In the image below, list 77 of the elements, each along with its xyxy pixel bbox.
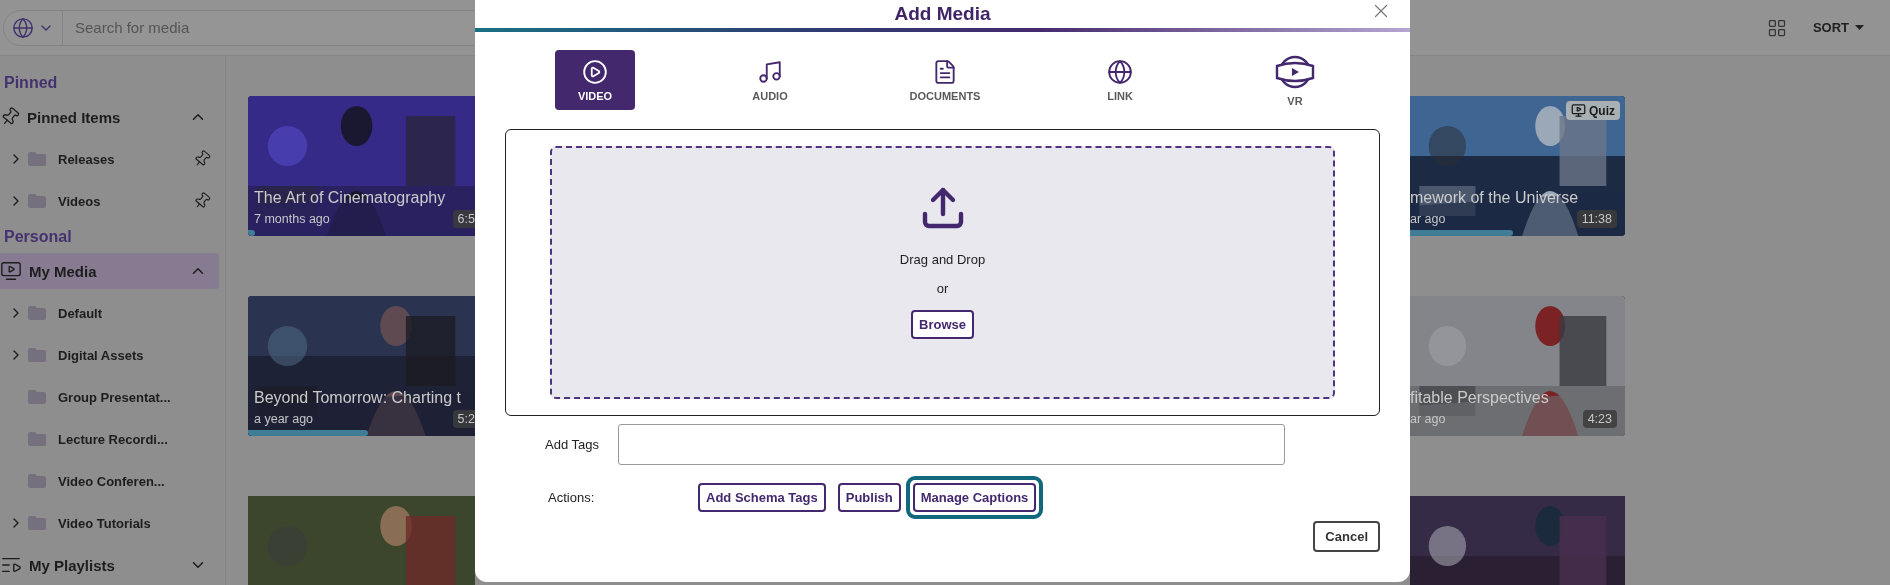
folder-icon bbox=[28, 432, 46, 446]
folder-icon bbox=[28, 390, 46, 404]
or-label: or bbox=[936, 281, 949, 296]
vr-icon bbox=[1274, 53, 1316, 90]
action-button[interactable]: Manage Captions bbox=[912, 482, 1037, 512]
action-button[interactable]: Add Schema Tags bbox=[698, 482, 826, 512]
globe-icon bbox=[12, 16, 34, 39]
upload-age: ar ago bbox=[1410, 212, 1446, 226]
badge-label: Quiz bbox=[1589, 103, 1615, 118]
folder-label: Lecture Recordi... bbox=[58, 431, 169, 447]
cancel-button[interactable]: Cancel bbox=[1313, 521, 1380, 552]
sort-button[interactable]: SORT bbox=[1806, 19, 1870, 36]
tags-field[interactable] bbox=[618, 424, 1285, 465]
folder-label: Default bbox=[58, 305, 104, 321]
upload-age: 7 months ago bbox=[254, 212, 330, 226]
grid-view-button[interactable] bbox=[1766, 17, 1787, 38]
search-field[interactable]: Search for media bbox=[63, 18, 702, 37]
drop-zone[interactable]: Drag and Drop or Browse bbox=[550, 146, 1335, 399]
field-label: Add Tags bbox=[545, 437, 600, 452]
media-icon bbox=[0, 260, 22, 282]
folder-label: Video Tutorials bbox=[58, 515, 152, 531]
quiz-icon bbox=[1571, 103, 1586, 118]
video-card[interactable]: Beyond Tomorrow: Charting t a year ago 5:2 bbox=[248, 296, 475, 436]
upload-age: a year ago bbox=[254, 412, 314, 426]
folder-item[interactable]: Videos bbox=[0, 180, 225, 222]
media-type-tab[interactable]: DOCUMENTS bbox=[905, 50, 985, 110]
folder-icon bbox=[28, 516, 46, 530]
folder-icon bbox=[28, 306, 46, 320]
folder-label: Videos bbox=[58, 193, 102, 209]
folder-item[interactable]: Lecture Recordi... bbox=[0, 418, 225, 460]
folder-item[interactable]: Digital Assets bbox=[0, 334, 225, 376]
folder-label: Releases bbox=[58, 151, 116, 167]
browse-button[interactable]: Browse bbox=[911, 310, 974, 339]
sidebar-item[interactable]: My Media bbox=[0, 253, 219, 289]
folder-item[interactable]: Group Presentat... bbox=[0, 376, 225, 418]
folder-icon bbox=[28, 194, 46, 208]
folder-item[interactable]: Releases bbox=[0, 138, 225, 180]
video-card[interactable]: fitable Perspectives ar ago 4:23 bbox=[1410, 296, 1625, 436]
video-title: fitable Perspectives bbox=[1410, 389, 1550, 407]
sidebar-item-label: Pinned Items bbox=[27, 108, 122, 126]
video-title: Beyond Tomorrow: Charting t bbox=[254, 389, 462, 407]
sidebar-item[interactable]: My Playlists bbox=[0, 547, 219, 583]
section-heading: Personal bbox=[3, 227, 73, 247]
dialog-title: Add Media bbox=[894, 3, 991, 25]
sidebar-item-label: My Media bbox=[29, 262, 98, 280]
folder-label: Digital Assets bbox=[58, 347, 145, 363]
media-type-tab[interactable]: VIDEO bbox=[555, 50, 635, 110]
folder-icon bbox=[28, 474, 46, 488]
grid-icon bbox=[1766, 17, 1787, 38]
folder-item[interactable]: Default bbox=[0, 292, 225, 334]
folder-label: Group Presentat... bbox=[58, 389, 172, 405]
drop-hint: Drag and Drop bbox=[899, 252, 986, 267]
folder-item[interactable]: Video Conferen... bbox=[0, 460, 225, 502]
music-note-icon bbox=[757, 58, 783, 85]
caret-icon bbox=[1855, 25, 1864, 30]
document-icon bbox=[932, 58, 958, 85]
duration-badge: 4:23 bbox=[1582, 410, 1617, 428]
upload-age: ar ago bbox=[1410, 412, 1446, 426]
globe-icon bbox=[1107, 58, 1133, 85]
folder-icon bbox=[28, 152, 46, 166]
media-type-tab[interactable]: AUDIO bbox=[730, 50, 810, 110]
media-type-tab[interactable]: VR bbox=[1255, 50, 1335, 110]
duration-badge: 11:38 bbox=[1576, 210, 1617, 228]
sidebar-item-label: My Playlists bbox=[29, 556, 116, 574]
action-button[interactable]: Publish bbox=[837, 482, 901, 512]
video-card[interactable]: The Art of Cinematography 7 months ago 6:5 bbox=[248, 96, 475, 236]
duration-badge: 6:5 bbox=[452, 210, 475, 228]
field-label: Actions: bbox=[548, 489, 596, 505]
duration-badge: 5:2 bbox=[452, 410, 475, 428]
section-heading: Pinned bbox=[3, 73, 59, 93]
video-title: The Art of Cinematography bbox=[254, 189, 447, 207]
folder-label: Video Conferen... bbox=[58, 473, 166, 489]
folder-icon bbox=[28, 348, 46, 362]
folder-item[interactable]: Video Tutorials bbox=[0, 502, 225, 544]
sidebar-item[interactable]: Pinned Items bbox=[0, 99, 219, 135]
play-icon bbox=[582, 58, 608, 85]
media-type-tab[interactable]: LINK bbox=[1080, 50, 1160, 110]
